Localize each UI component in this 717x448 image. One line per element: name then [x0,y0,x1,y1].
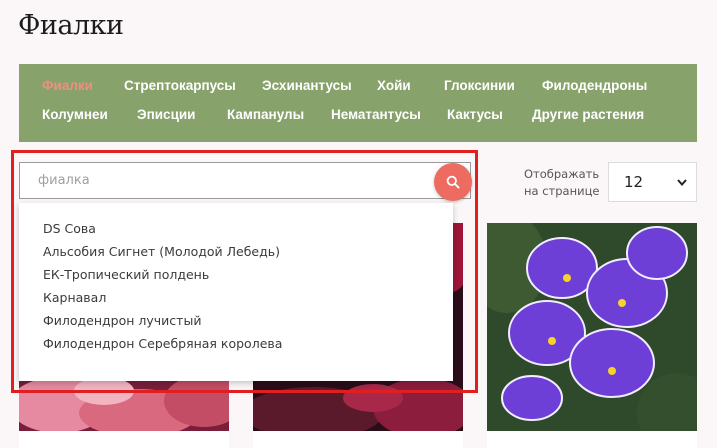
category-nav: Фиалки Стрептокарпусы Эсхинантусы Хойи Г… [19,64,697,142]
card-base [487,431,697,448]
product-photo-purple-violet [487,223,697,431]
nav-link-eskhinantusy[interactable]: Эсхинантусы [262,78,352,93]
per-page-value: 12 [624,173,644,191]
per-page-label-line2: на странице [524,184,600,198]
page-title: Фиалки [18,10,124,41]
suggestion-item[interactable]: Филодендрон Серебряная королева [43,336,282,351]
search-suggestions-dropdown: DS Сова Альсобия Сигнет (Молодой Лебедь)… [19,203,453,381]
nav-link-drugie-rasteniya[interactable]: Другие растения [532,107,644,122]
suggestion-item[interactable]: Карнавал [43,290,106,305]
suggestion-item[interactable]: ЕК-Тропический полдень [43,267,209,282]
nav-link-epistsii[interactable]: Эписции [137,107,195,122]
nav-link-khoyi[interactable]: Хойи [377,78,411,93]
nav-link-kolumnei[interactable]: Колумнеи [42,107,108,122]
card-base [19,431,229,448]
card-base [253,431,463,448]
chevron-down-icon [677,179,687,187]
suggestion-item[interactable]: Филодендрон лучистый [43,313,201,328]
nav-link-kaktusy[interactable]: Кактусы [447,107,503,122]
nav-link-kampanuly[interactable]: Кампанулы [227,107,304,122]
nav-link-gloksinii[interactable]: Глоксинии [444,78,515,93]
nav-link-streptokarpusy[interactable]: Стрептокарпусы [124,78,236,93]
nav-link-filodendrony[interactable]: Филодендроны [542,78,647,93]
per-page-label: Отображать на странице [524,166,604,200]
per-page-select[interactable]: 12 [608,162,697,202]
suggestion-item[interactable]: Альсобия Сигнет (Молодой Лебедь) [43,244,280,259]
nav-link-fialki[interactable]: Фиалки [42,78,93,93]
per-page-label-line1: Отображать [524,167,600,181]
product-card-3[interactable] [487,223,697,448]
nav-link-nematantusy[interactable]: Нематантусы [331,107,421,122]
suggestion-item[interactable]: DS Сова [43,221,96,236]
